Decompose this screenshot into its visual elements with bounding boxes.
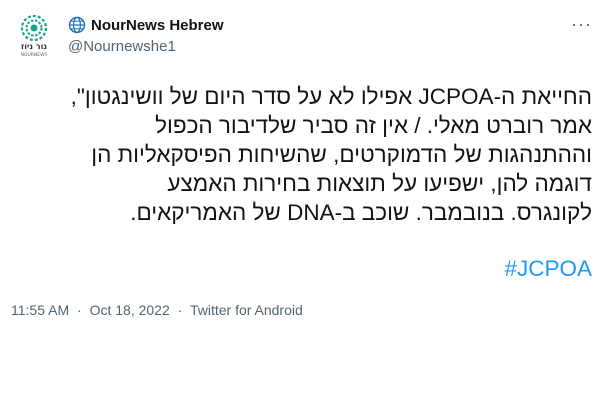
tweet-text-line: החייאת ה-JCPOA אפילו לא על סדר היום של ו… <box>70 84 592 109</box>
more-options-icon[interactable]: ··· <box>571 14 592 35</box>
nournews-logo-icon: נור ניוז NOURNEWS <box>21 14 48 58</box>
tweet-text-line: וההתנהגות של הדמוקרטים, שהשיחות הפיסקאלי… <box>91 142 592 167</box>
tweet-text: החייאת ה-JCPOA אפילו לא על סדר היום של ו… <box>7 82 592 227</box>
author-display-name[interactable]: NourNews Hebrew <box>91 17 224 34</box>
svg-text:נור ניוז: נור ניוז <box>21 42 47 51</box>
separator-dot: · <box>177 302 183 318</box>
tweet-metadata: 11:55 AM · Oct 18, 2022 · Twitter for An… <box>11 302 303 318</box>
svg-text:NOURNEWS: NOURNEWS <box>21 52 48 58</box>
tweet-text-line: אמר רוברט מאלי. / אין זה סביר שלדיבור הכ… <box>155 113 592 138</box>
tweet-text-line: דוגמה להן, ישפיעו על תוצאות בחירות האמצע <box>167 171 592 196</box>
globe-icon <box>68 16 86 34</box>
hashtag-link[interactable]: #JCPOA <box>504 256 592 282</box>
author-handle[interactable]: @Nournewshe1 <box>68 38 176 55</box>
tweet-source[interactable]: Twitter for Android <box>190 302 303 318</box>
avatar[interactable]: נור ניוז NOURNEWS <box>10 11 58 59</box>
tweet-time[interactable]: 11:55 AM <box>11 302 69 318</box>
tweet: נור ניוז NOURNEWS NourNews Hebrew @Nourn… <box>0 0 604 404</box>
separator-dot: · <box>77 302 82 318</box>
tweet-date[interactable]: Oct 18, 2022 <box>90 302 170 318</box>
author-name-row: NourNews Hebrew <box>68 16 224 34</box>
tweet-text-line: לקונגרס. בנובמבר. שוכב ב-DNA של האמריקאי… <box>130 200 592 225</box>
